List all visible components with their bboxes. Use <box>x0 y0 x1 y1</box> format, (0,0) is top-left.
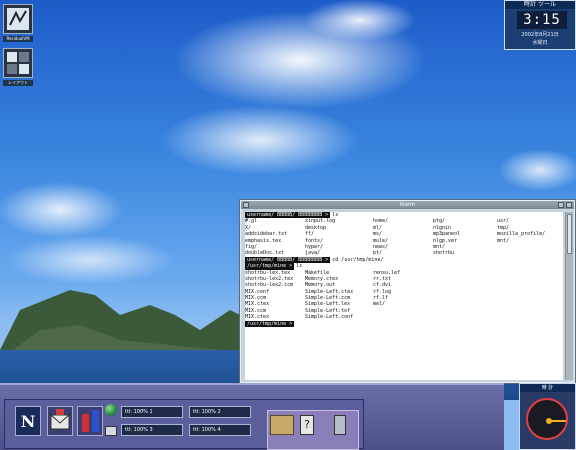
scrollbar-thumb[interactable] <box>567 214 572 254</box>
shell-prompt: /usr/tmp/mine > <box>245 320 295 328</box>
browser-n-icon: N <box>20 412 36 431</box>
layout-app-label: レイアウト <box>3 80 33 86</box>
compass-title: 時 計 <box>520 384 575 392</box>
compass-center <box>546 418 552 424</box>
terminal-output[interactable]: username/ BBBBB/ BBBBBBBB > ls #.gl xinput.… <box>245 212 563 380</box>
browser-launcher-button[interactable]: N <box>15 406 41 436</box>
clock-day: 水曜日 <box>532 40 548 46</box>
maximize-button[interactable] <box>566 202 572 208</box>
terminal-scrollbar[interactable] <box>565 212 573 380</box>
monitor-launcher-button[interactable] <box>77 406 103 436</box>
clock-time: 3:15 <box>517 11 567 29</box>
taskbar-tools: ? <box>267 410 359 450</box>
help-icon[interactable]: ? <box>300 415 314 435</box>
globe-icon[interactable] <box>105 404 117 416</box>
task-button-3[interactable]: ttl: 100% 3 <box>121 424 183 436</box>
clock-title: 時計 ツール <box>505 1 575 9</box>
task-button-4[interactable]: ttl: 100% 4 <box>189 424 251 436</box>
task-button-1[interactable]: ttl: 100% 1 <box>121 406 183 418</box>
terminal-window[interactable]: kterm username/ BBBBB/ BBBBBBBB > ls #.gl x… <box>240 200 575 383</box>
trash-icon[interactable] <box>334 415 346 435</box>
taskbar-panel: N ttl: 100% 1 ttl: 100% 2 ttl: 100% 3 tt… <box>4 399 364 450</box>
layout-app-icon[interactable] <box>3 48 33 78</box>
pager-app-icon[interactable] <box>3 4 33 34</box>
clock-date: 2002年8月21日 <box>521 32 559 38</box>
compass-widget[interactable]: 時 計 <box>519 383 576 450</box>
layout-grid-icon <box>7 52 29 74</box>
clock-widget[interactable]: 時計 ツール 3:15 2002年8月21日 水曜日 <box>504 0 576 50</box>
terminal-line: /usr/tmp/mine > <box>245 320 563 328</box>
minimize-button[interactable] <box>558 202 564 208</box>
compass-dial-icon <box>526 398 568 440</box>
pager-glyph-icon <box>7 8 29 30</box>
keyboard-icon[interactable] <box>105 426 117 436</box>
monitor-bar-blue <box>92 410 99 432</box>
task-button-2[interactable]: ttl: 100% 2 <box>189 406 251 418</box>
pager-app-label: ResidualVM <box>3 36 33 42</box>
terminal-titlebar[interactable]: kterm <box>241 201 574 209</box>
folder-icon[interactable] <box>270 415 294 435</box>
taskbar: N ttl: 100% 1 ttl: 100% 2 ttl: 100% 3 tt… <box>0 383 504 450</box>
monitor-bar-red <box>82 414 89 432</box>
terminal-title: kterm <box>400 202 415 208</box>
window-menu-button[interactable] <box>243 202 249 208</box>
mail-icon <box>50 409 70 430</box>
mail-launcher-button[interactable] <box>47 406 73 436</box>
